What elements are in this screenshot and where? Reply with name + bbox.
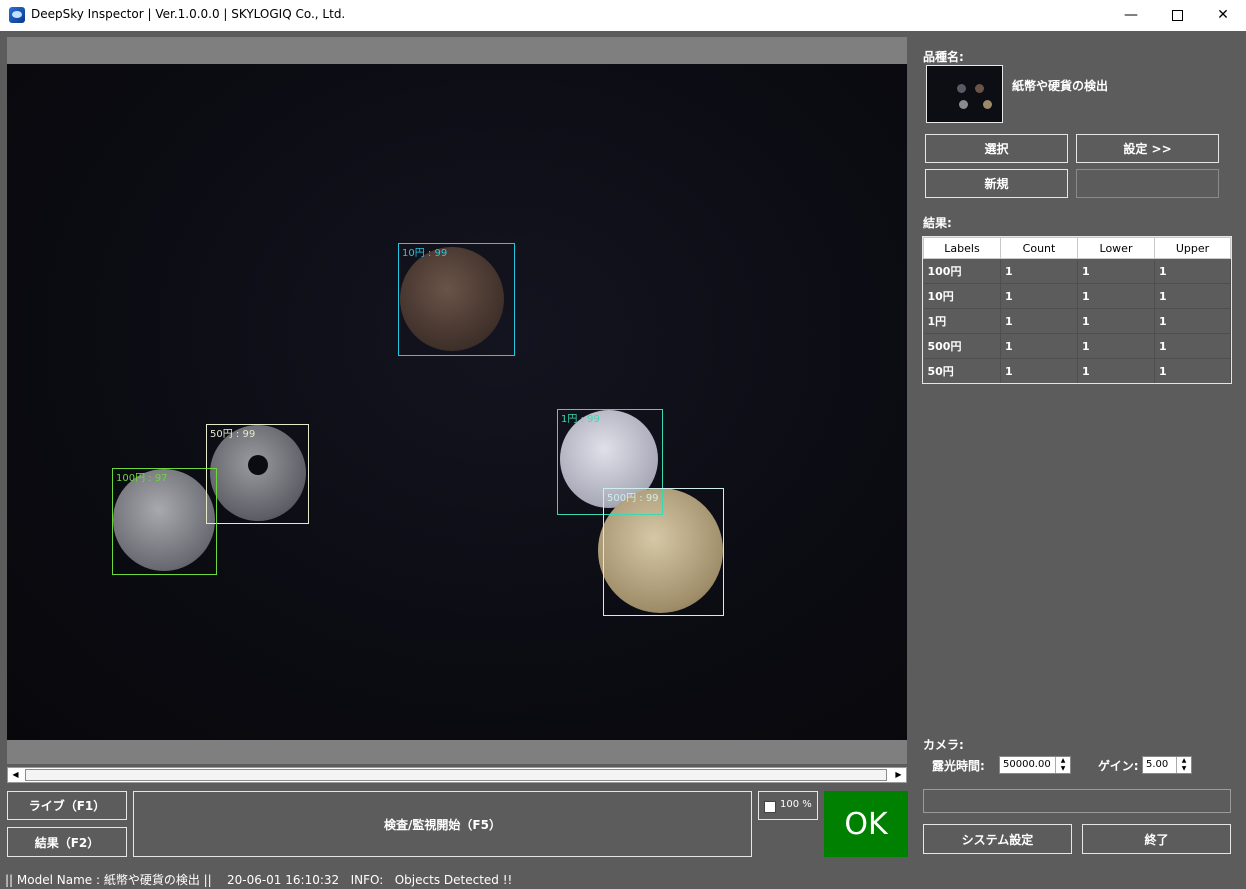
column-header: Labels: [923, 237, 1001, 259]
column-header: Lower: [1077, 237, 1155, 259]
table-cell: 1: [1077, 283, 1155, 309]
zoom-label: 100 %: [780, 799, 812, 810]
scroll-left-icon[interactable]: ◀: [9, 769, 22, 781]
live-button[interactable]: ライブ（F1）: [7, 791, 127, 820]
status-text: || Model Name : 紙幣や硬貨の検出 || 20-06-01 16:…: [5, 873, 513, 887]
scroll-right-icon[interactable]: ▶: [892, 769, 905, 781]
table-cell: 1: [1000, 333, 1078, 359]
results-label: 結果:: [923, 216, 952, 230]
table-cell: 500円: [923, 333, 1001, 359]
table-cell: 1: [1000, 308, 1078, 334]
zoom-checkbox[interactable]: [764, 801, 776, 813]
zoom-toggle[interactable]: 100 %: [758, 791, 818, 820]
maximize-button[interactable]: [1154, 0, 1200, 31]
table-cell: 1: [1154, 358, 1231, 384]
table-cell: 1: [1154, 308, 1231, 334]
table-cell: 10円: [923, 283, 1001, 309]
table-cell: 1: [1000, 258, 1078, 284]
table-cell: 1: [1077, 308, 1155, 334]
title-bar: DeepSky Inspector | Ver.1.0.0.0 | SKYLOG…: [0, 0, 1246, 31]
exposure-value[interactable]: 50000.00: [1003, 759, 1051, 770]
exit-button[interactable]: 終了: [1082, 824, 1231, 854]
result-button[interactable]: 結果（F2）: [7, 827, 127, 857]
product-label: 品種名:: [923, 50, 964, 64]
table-cell: 1: [1154, 258, 1231, 284]
table-cell: 1: [1077, 333, 1155, 359]
detection-box: 500円 : 99: [603, 488, 724, 616]
stepper-arrows-icon[interactable]: ▲ ▼: [1055, 757, 1070, 773]
gain-value[interactable]: 5.00: [1146, 759, 1168, 770]
judgement-indicator: OK: [824, 791, 908, 857]
table-row[interactable]: 100円 1 1 1: [923, 258, 1231, 284]
detection-label: 1円 : 99: [561, 414, 600, 425]
close-button[interactable]: ✕: [1200, 0, 1246, 31]
detection-label: 10円 : 99: [402, 248, 448, 259]
results-table: Labels Count Lower Upper 100円 1 1 1 10円 …: [923, 237, 1231, 384]
gain-label: ゲイン:: [1098, 759, 1139, 773]
table-cell: 1: [1077, 358, 1155, 384]
disabled-button: [1076, 169, 1219, 198]
table-row[interactable]: 10円 1 1 1: [923, 283, 1231, 309]
detection-label: 50円 : 99: [210, 429, 256, 440]
select-button[interactable]: 選択: [925, 134, 1068, 163]
model-thumbnail: [926, 65, 1003, 123]
app-logo-icon: [9, 7, 25, 23]
status-bar: || Model Name : 紙幣や硬貨の検出 || 20-06-01 16:…: [0, 868, 1246, 889]
horizontal-scrollbar[interactable]: ◀ ▶: [7, 767, 907, 783]
column-header: Count: [1000, 237, 1078, 259]
settings-button[interactable]: 設定 >>: [1076, 134, 1219, 163]
detection-label: 100円 : 97: [116, 473, 168, 484]
table-row[interactable]: 1円 1 1 1: [923, 308, 1231, 334]
camera-image[interactable]: 10円 : 99 50円 : 99 100円 : 97 1円 : 99 500円…: [7, 64, 907, 740]
table-row[interactable]: 500円 1 1 1: [923, 333, 1231, 359]
column-header: Upper: [1154, 237, 1231, 259]
camera-label: カメラ:: [923, 738, 964, 752]
window-title: DeepSky Inspector | Ver.1.0.0.0 | SKYLOG…: [31, 7, 346, 21]
table-cell: 50円: [923, 358, 1001, 384]
scroll-thumb[interactable]: [25, 769, 887, 781]
model-name: 紙幣や硬貨の検出: [1012, 79, 1109, 93]
table-cell: 1: [1077, 258, 1155, 284]
table-cell: 1円: [923, 308, 1001, 334]
table-cell: 1: [1154, 283, 1231, 309]
table-cell: 1: [1154, 333, 1231, 359]
detection-box: 50円 : 99: [206, 424, 309, 524]
table-row[interactable]: 50円 1 1 1: [923, 358, 1231, 384]
minimize-button[interactable]: —: [1108, 0, 1154, 31]
exposure-label: 露光時間:: [932, 759, 985, 773]
detection-label: 500円 : 99: [607, 493, 659, 504]
table-cell: 100円: [923, 258, 1001, 284]
message-field: [923, 789, 1231, 813]
exposure-stepper[interactable]: 50000.00 ▲ ▼: [999, 756, 1071, 774]
inspect-start-button[interactable]: 検査/監視開始（F5）: [133, 791, 752, 857]
table-cell: 1: [1000, 358, 1078, 384]
system-settings-button[interactable]: システム設定: [923, 824, 1072, 854]
detection-box: 10円 : 99: [398, 243, 515, 356]
gain-stepper[interactable]: 5.00 ▲ ▼: [1142, 756, 1192, 774]
detection-box: 100円 : 97: [112, 468, 217, 575]
maximize-icon: [1171, 9, 1183, 21]
new-button[interactable]: 新規: [925, 169, 1068, 198]
table-cell: 1: [1000, 283, 1078, 309]
stepper-arrows-icon[interactable]: ▲ ▼: [1176, 757, 1191, 773]
